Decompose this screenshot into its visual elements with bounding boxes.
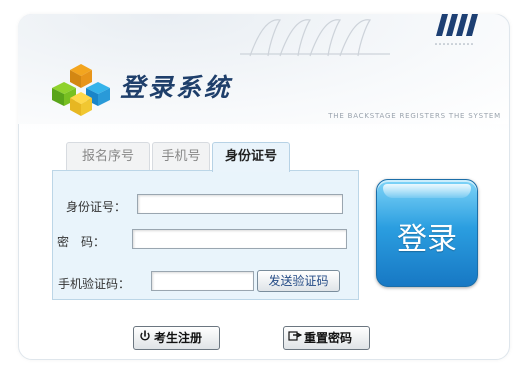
reset-password-button[interactable]: 重置密码 <box>283 326 370 350</box>
decorative-scribble <box>240 19 390 57</box>
power-icon <box>138 327 152 349</box>
sms-code-label: 手机验证码： <box>58 277 131 291</box>
tab-phone-number[interactable]: 手机号 <box>152 142 210 171</box>
login-button[interactable]: 登录 <box>376 179 478 287</box>
tagline: THE BACKSTAGE REGISTERS THE SYSTEM <box>328 112 501 120</box>
app-title: 登录系统 <box>120 73 233 102</box>
password-label: 密 码： <box>57 235 106 249</box>
password-input[interactable] <box>132 229 347 249</box>
send-code-button[interactable]: 发送验证码 <box>257 270 340 292</box>
login-button-label: 登录 <box>397 222 457 257</box>
sms-code-input[interactable] <box>151 271 254 291</box>
register-button[interactable]: 考生注册 <box>133 326 220 350</box>
hand-pointer-icon <box>288 327 303 349</box>
id-number-label: 身份证号： <box>66 200 127 214</box>
app-logo-icon <box>52 64 110 116</box>
login-button-gloss <box>383 184 471 198</box>
reset-password-button-label: 重置密码 <box>304 331 353 345</box>
register-button-label: 考生注册 <box>154 331 203 345</box>
tab-registration-number[interactable]: 报名序号 <box>66 142 150 171</box>
id-number-input[interactable] <box>137 194 343 214</box>
tab-id-number[interactable]: 身份证号 <box>212 142 290 172</box>
decorative-slash-mark <box>435 14 478 45</box>
